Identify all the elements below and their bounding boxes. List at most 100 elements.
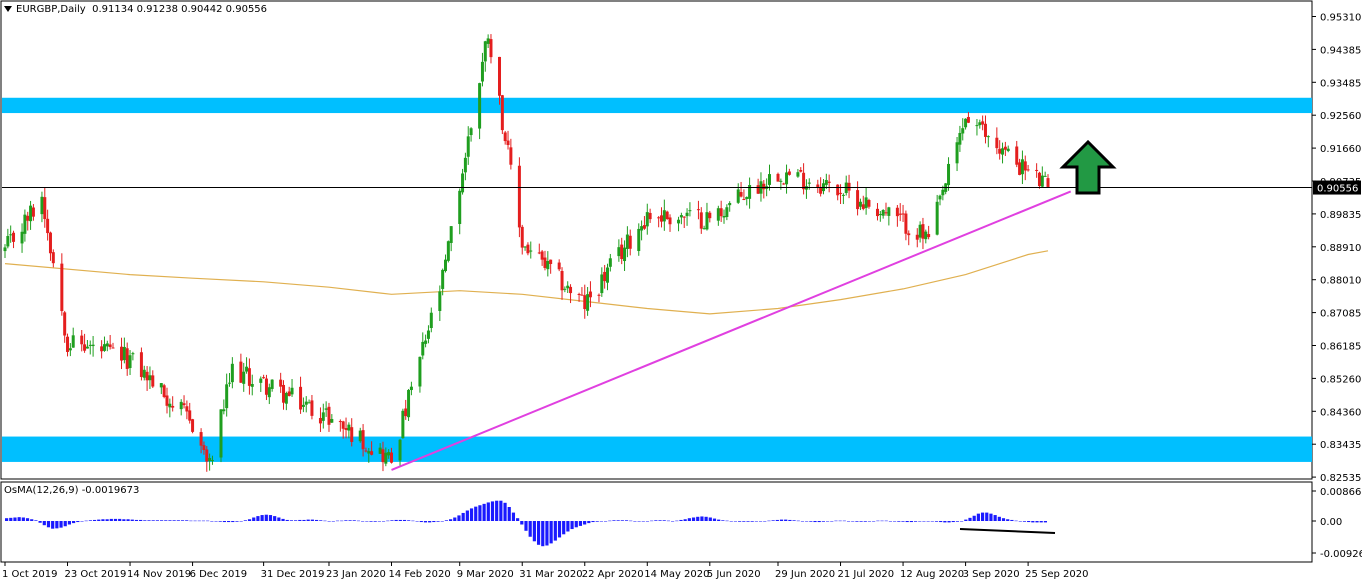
- candle: [617, 239, 621, 262]
- osma-bar: [980, 512, 985, 521]
- candle: [1001, 142, 1005, 164]
- osma-bar: [356, 520, 361, 522]
- osma-bar: [67, 521, 72, 525]
- date-axis: 1 Oct 2019 23 Oct 2019 14 Nov 20196 Dec 20…: [2, 562, 1088, 580]
- date-tick-label: 31 Dec 2019: [261, 569, 325, 580]
- candle-body: [162, 385, 166, 397]
- osma-bar: [193, 520, 197, 522]
- candle-body: [742, 199, 746, 201]
- osma-bar: [972, 515, 976, 521]
- candle-body: [142, 369, 146, 378]
- osma-bar: [909, 521, 913, 523]
- candle: [844, 175, 848, 196]
- osma-bar: [101, 519, 105, 521]
- candle-body: [185, 406, 189, 412]
- candle: [978, 119, 982, 129]
- candle: [628, 229, 632, 256]
- candle-body: [509, 147, 513, 165]
- osma-bar: [469, 508, 474, 521]
- osma-bar: [118, 518, 122, 521]
- candle: [26, 211, 30, 231]
- candle-body: [796, 172, 800, 177]
- candle-body: [398, 439, 402, 461]
- price-tick-label: 0.94385: [1320, 45, 1361, 56]
- candle-body: [63, 312, 67, 336]
- candle-body: [981, 121, 985, 125]
- candle-body: [503, 132, 507, 142]
- candle: [722, 209, 726, 224]
- candle: [225, 373, 229, 417]
- candle: [404, 399, 408, 420]
- osma-bar: [80, 521, 84, 522]
- osma-bar: [784, 519, 788, 521]
- candle-body: [51, 252, 55, 264]
- candle-body: [489, 39, 493, 58]
- osma-bar: [482, 503, 486, 521]
- candle-body: [878, 214, 882, 216]
- candle-body: [696, 209, 700, 211]
- candle: [48, 231, 52, 261]
- candle-body: [986, 136, 990, 138]
- osma-bar: [1022, 521, 1027, 522]
- candle-body: [228, 382, 232, 384]
- candle: [418, 356, 422, 393]
- candle: [230, 357, 234, 389]
- candle: [324, 401, 328, 417]
- candle: [239, 353, 243, 383]
- candle: [466, 126, 470, 165]
- osma-bar: [247, 519, 252, 521]
- candle: [637, 223, 641, 256]
- osma-bar: [805, 521, 809, 522]
- candle-body: [961, 128, 965, 134]
- osma-bar: [951, 521, 955, 523]
- candle: [966, 111, 970, 124]
- candle-body: [858, 201, 862, 207]
- candle: [947, 157, 951, 191]
- candle-body: [239, 361, 243, 383]
- candle: [250, 374, 254, 396]
- candle: [142, 365, 146, 381]
- candle-body: [1006, 148, 1010, 152]
- osma-bar: [976, 513, 980, 521]
- osma-bar: [92, 519, 97, 521]
- osma-bar: [842, 520, 846, 522]
- candle: [1035, 163, 1039, 178]
- candle: [796, 168, 800, 178]
- osma-bar: [675, 520, 679, 522]
- osma-bar: [557, 521, 562, 538]
- candle-body: [208, 457, 212, 461]
- osma-bar: [436, 521, 440, 522]
- osma-bar: [1039, 521, 1043, 523]
- candle-body: [500, 95, 504, 131]
- candle: [856, 181, 860, 216]
- candle: [446, 240, 450, 263]
- candle: [9, 225, 13, 243]
- osma-bar: [859, 521, 863, 522]
- candle: [878, 210, 882, 222]
- osma-bar: [474, 506, 478, 521]
- date-tick-label: 23 Oct 2019: [65, 569, 127, 580]
- osma-bar: [595, 521, 599, 522]
- candle: [424, 334, 428, 348]
- candle-body: [662, 210, 666, 222]
- osma-bar: [767, 520, 771, 522]
- candle-body: [205, 449, 209, 462]
- candle-body: [222, 409, 226, 412]
- osma-bar: [34, 520, 38, 521]
- candle: [426, 325, 430, 344]
- osma-bar: [407, 520, 411, 521]
- osma-bar: [126, 519, 130, 521]
- osma-bar: [55, 521, 59, 529]
- candle: [102, 336, 106, 352]
- osma-bar: [365, 521, 369, 522]
- candle: [975, 118, 979, 136]
- candle-body: [867, 200, 871, 207]
- candle-body: [108, 344, 112, 348]
- candle: [1026, 164, 1030, 172]
- candle-body: [105, 343, 109, 347]
- osma-bar: [855, 521, 859, 522]
- candle-body: [330, 419, 334, 423]
- candle-body: [523, 246, 527, 248]
- candle: [719, 200, 723, 222]
- candle: [702, 225, 706, 230]
